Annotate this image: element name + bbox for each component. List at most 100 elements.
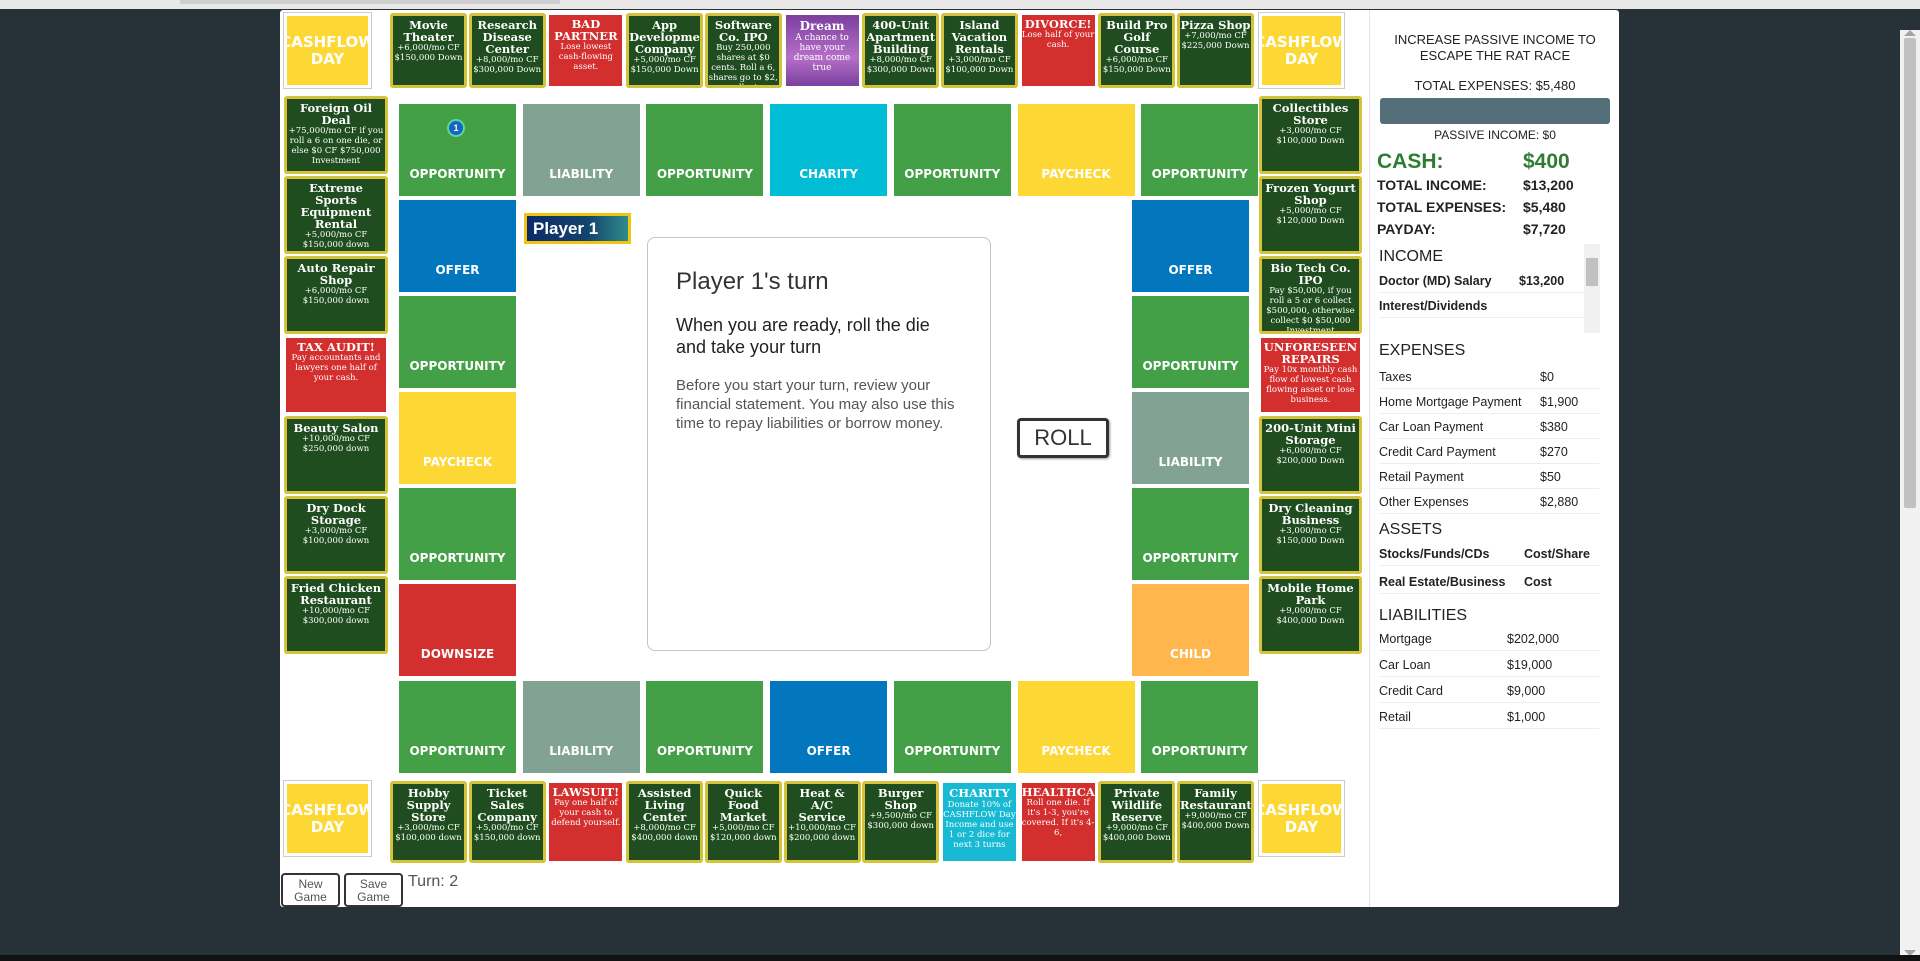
board-tile[interactable]: BAD PARTNER Lose lowest cash-flowing asse… [547,13,625,88]
track-square-cha[interactable]: CHARITY [769,103,889,197]
board-tile[interactable]: CHARITY Donate 10% of CASHFLOW Day Income… [940,781,1018,863]
board-tile[interactable]: Assisted Living Center +8,000/mo CF $400,… [626,781,704,863]
board-tile[interactable]: App Development Company+5,000/mo CF $150… [626,13,704,88]
board-tile[interactable]: Heat & A/C Service +10,000/mo CF $200,000… [783,781,861,863]
track-square-opp[interactable]: OPPORTUNITY [1131,295,1250,389]
track-square-opp[interactable]: OPPORTUNITY [1131,487,1250,581]
board-tile[interactable]: Pizza Shop +7,000/mo CF $225,000 Down [1177,13,1254,88]
track-square-lia[interactable]: LIABILITY [521,680,641,774]
board-tile[interactable]: HEALTHCARERoll one die. If it's 1-3, you… [1019,781,1097,863]
board-tile[interactable]: LAWSUIT! Pay one half of your cash to def… [547,781,625,863]
track-square-off[interactable]: OFFER [769,680,889,774]
track-square-opp[interactable]: OPPORTUNITY [892,103,1012,197]
income-title: INCOME [1379,248,1443,265]
modal-subtitle: When you are ready, roll the die and tak… [676,315,930,357]
income-scrollbar[interactable] [1584,244,1600,333]
track-square-opp[interactable]: OPPORTUNITY [645,680,765,774]
board-tile[interactable]: Frozen Yogurt Shop +5,000/mo CF $120,000 … [1259,176,1362,254]
tile-title: Island Vacation Rentals [951,18,1008,56]
tile-desc: Pay one half of your cash to defend your… [551,798,621,828]
liability-row-value: $202,000 [1507,632,1560,646]
save-game-button[interactable]: Save Game [344,873,403,907]
board-tile[interactable]: Quick Food Market +5,000/mo CF $120,000 d… [704,781,782,863]
board-tile[interactable]: Dream A chance to have your dream come tr… [783,13,861,88]
browser-top-strip [0,0,1920,9]
tile-title: 200-Unit Mini Storage [1265,421,1356,447]
board-tile[interactable]: Extreme Sports Equipment Rental +5,000/mo… [284,176,388,254]
income-scrollbar-thumb[interactable] [1586,258,1598,286]
cashflow-day-corner[interactable]: CASHFLOW DAY [284,13,371,88]
corner-label: CASHFLOW DAY [284,32,371,68]
tile-title: DIVORCE! [1024,17,1092,31]
board-tile[interactable]: Hobby Supply Store +3,000/mo CF $100,000 … [390,781,467,863]
track-square-lia[interactable]: LIABILITY [1131,391,1250,485]
board-tile[interactable]: Bio Tech Co. IPO Pay $50,000, if you roll… [1259,256,1362,334]
expenses-title: EXPENSES [1379,342,1466,359]
track-square-pay[interactable]: PAYCHECK [1016,680,1136,774]
board-tile[interactable]: Burger Shop +9,500/mo CF $300,000 down [862,781,940,863]
board-tile[interactable]: Build Pro Golf Course +6,000/mo CF $150,0… [1098,13,1176,88]
track-square-opp[interactable]: OPPORTUNITY [892,680,1012,774]
board-tile[interactable]: 200-Unit Mini Storage +6,000/mo CF $200,0… [1259,416,1362,494]
cash-row: CASH: $400 [1377,150,1613,174]
new-game-button[interactable]: New Game [281,873,340,907]
track-square-off[interactable]: OFFER [398,199,517,293]
track-square-chi[interactable]: CHILD [1131,583,1250,677]
board-tile[interactable]: Collectibles Store +3,000/mo CF $100,000 … [1259,96,1362,174]
board-tile[interactable]: Dry Dock Storage +3,000/mo CF $100,000 do… [284,496,388,574]
tile-desc: +9,000/mo CF $400,000 Down [1181,811,1250,831]
expense-row: Credit Card Payment $270 [1379,445,1599,464]
track-square-lia[interactable]: LIABILITY [521,103,641,197]
tile-desc: +5,000/mo CF $120,000 down [710,823,777,843]
corner-label: CASHFLOW DAY [284,800,371,836]
board-tile[interactable]: Family Restaurant +9,000/mo CF $400,000 D… [1177,781,1254,863]
board-tile[interactable]: Beauty Salon +10,000/mo CF $250,000 down [284,416,388,494]
track-square-opp[interactable]: OPPORTUNITY [398,103,517,197]
track-square-pay[interactable]: PAYCHECK [1016,103,1136,197]
board-tile[interactable]: Ticket Sales Company +5,000/mo CF $150,00… [468,781,546,863]
track-square-opp[interactable]: OPPORTUNITY [1140,680,1260,774]
track-square-pay[interactable]: PAYCHECK [398,391,517,485]
track-square-opp[interactable]: OPPORTUNITY [398,487,517,581]
tile-title: UNFORESEEN REPAIRS [1263,340,1358,366]
asset-row-value: Cost [1524,575,1552,589]
page-scrollbar[interactable] [1900,30,1920,956]
track-square-opp[interactable]: OPPORTUNITY [398,680,517,774]
track-square-off[interactable]: OFFER [1131,199,1250,293]
board-tile[interactable]: Island Vacation Rentals +3,000/mo CF $100… [940,13,1018,88]
roll-button[interactable]: ROLL [1017,418,1109,458]
income-row-label: Doctor (MD) Salary [1379,274,1492,288]
track-square-opp[interactable]: OPPORTUNITY [398,295,517,389]
cashflow-day-corner[interactable]: CASHFLOW DAY [1259,13,1344,88]
scroll-up-arrow[interactable] [1904,30,1916,36]
board-tile[interactable]: Software Co. IPO Buy 250,000 shares at $0… [704,13,782,88]
corner-label: CASHFLOW DAY [1262,800,1344,836]
cashflow-day-corner[interactable]: CASHFLOW DAY [284,781,371,856]
total-expenses-row: TOTAL EXPENSES: $5,480 [1377,199,1613,215]
track-square-opp[interactable]: OPPORTUNITY [1140,103,1260,197]
board-tile[interactable]: Movie Theater +6,000/mo CF $150,000 Down [390,13,467,88]
board-tile[interactable]: DIVORCE! Lose half of your cash. [1019,13,1097,88]
board-tile[interactable]: UNFORESEEN REPAIRS Pay 10x monthly cash f… [1259,336,1362,414]
expense-row-label: Other Expenses [1379,495,1469,509]
liability-row: Mortgage $202,000 [1379,632,1599,651]
total-income-row: TOTAL INCOME: $13,200 [1377,177,1613,193]
browser-tab[interactable] [180,0,560,4]
board-tile[interactable]: Fried Chicken Restaurant +10,000/mo CF $3… [284,576,388,654]
board-tile[interactable]: Mobile Home Park +9,000/mo CF $400,000 Do… [1259,576,1362,654]
board-tile[interactable]: Research Disease Center +8,000/mo CF $300… [468,13,546,88]
page-scrollbar-thumb[interactable] [1904,38,1916,508]
board-tile[interactable]: Private Wildlife Reserve +9,000/mo CF $40… [1098,781,1176,863]
board-tile[interactable]: 400-Unit Apartment Building +8,000/mo CF … [862,13,940,88]
expense-row-label: Retail Payment [1379,470,1464,484]
tile-desc: Roll one die. If it's 1-3, you're covere… [1021,798,1095,838]
income-row: Doctor (MD) Salary $13,200 [1379,274,1599,293]
board-tile[interactable]: TAX AUDIT! Pay accountants and lawyers on… [284,336,388,414]
cashflow-day-corner[interactable]: CASHFLOW DAY [1259,781,1344,856]
board-tile[interactable]: Dry Cleaning Business +3,000/mo CF $150,0… [1259,496,1362,574]
track-square-down[interactable]: DOWNSIZE [398,583,517,677]
track-square-opp[interactable]: OPPORTUNITY [645,103,765,197]
board-tile[interactable]: Auto Repair Shop +6,000/mo CF $150,000 do… [284,256,388,334]
financial-statement-panel: INCREASE PASSIVE INCOME TO ESCAPE THE RA… [1369,10,1619,907]
board-tile[interactable]: Foreign Oil Deal +75,000/mo CF if you rol… [284,96,388,174]
